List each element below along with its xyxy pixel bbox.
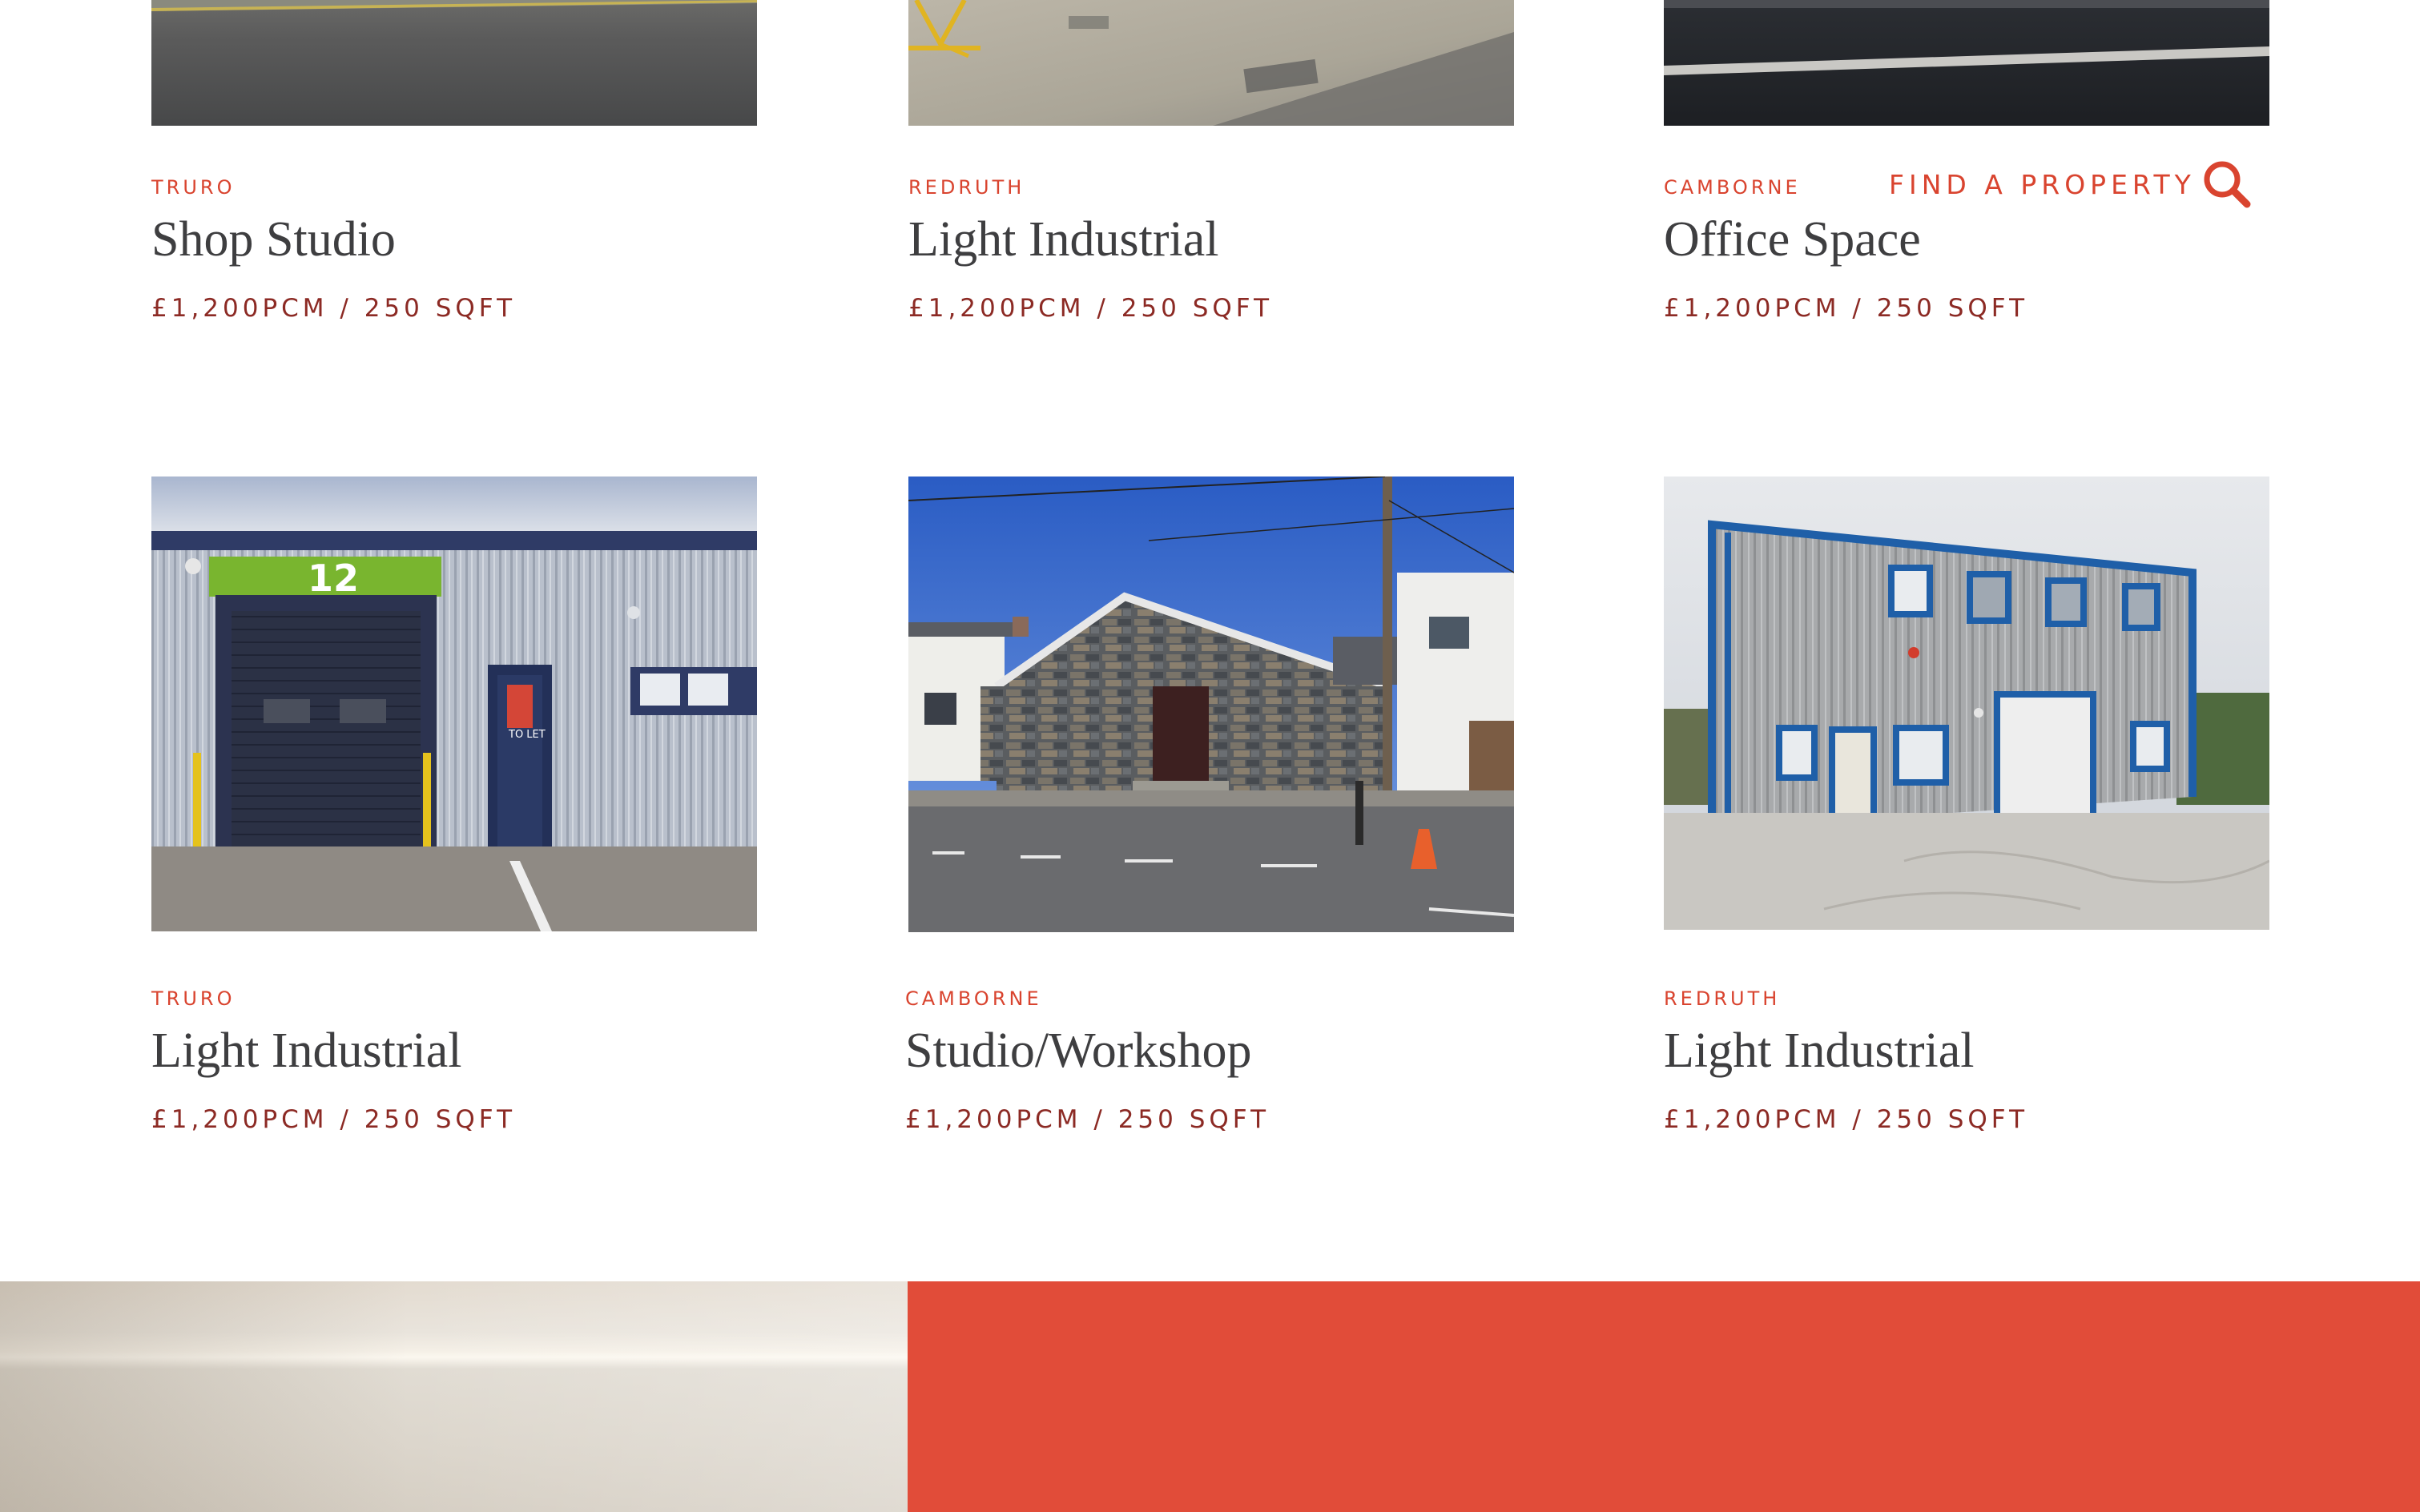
find-property-label[interactable]: FIND A PROPERTY bbox=[1889, 171, 2196, 198]
property-price: £1,200PCM / 250 SQFT bbox=[1664, 1105, 2029, 1134]
property-location: CAMBORNE bbox=[1664, 176, 1801, 199]
property-location: TRURO bbox=[151, 987, 236, 1010]
property-price: £1,200PCM / 250 SQFT bbox=[151, 1105, 517, 1134]
property-title[interactable]: Office Space bbox=[1664, 215, 1921, 264]
property-price: £1,200PCM / 250 SQFT bbox=[905, 1105, 1270, 1134]
property-title[interactable]: Light Industrial bbox=[151, 1026, 461, 1076]
feature-photo bbox=[0, 1281, 908, 1512]
unit-number: 12 bbox=[308, 557, 359, 600]
property-photo[interactable] bbox=[1664, 477, 2269, 930]
property-price: £1,200PCM / 250 SQFT bbox=[151, 294, 517, 323]
property-photo[interactable] bbox=[908, 0, 1514, 126]
property-photo[interactable] bbox=[151, 0, 757, 126]
property-location: REDRUTH bbox=[908, 176, 1025, 199]
property-title[interactable]: Light Industrial bbox=[908, 215, 1218, 264]
property-title[interactable]: Shop Studio bbox=[151, 215, 396, 264]
find-property-link[interactable]: FIND A PROPERTY bbox=[1889, 171, 2196, 198]
property-location: REDRUTH bbox=[1664, 987, 1781, 1010]
property-location: CAMBORNE bbox=[905, 987, 1042, 1010]
property-location: TRURO bbox=[151, 176, 236, 199]
to-let-sign: TO LET bbox=[508, 729, 546, 741]
property-title[interactable]: Studio/Workshop bbox=[905, 1026, 1252, 1076]
property-photo[interactable] bbox=[908, 477, 1514, 932]
property-title[interactable]: Light Industrial bbox=[1664, 1026, 1974, 1076]
property-listing-page: TRURO Shop Studio £1,200PCM / 250 SQFT R… bbox=[0, 0, 2420, 1512]
property-photo[interactable] bbox=[1664, 0, 2269, 126]
search-icon[interactable] bbox=[2201, 159, 2251, 208]
property-photo[interactable]: 12 TO LET bbox=[151, 477, 757, 931]
property-price: £1,200PCM / 250 SQFT bbox=[908, 294, 1274, 323]
property-price: £1,200PCM / 250 SQFT bbox=[1664, 294, 2029, 323]
feature-panel bbox=[908, 1281, 2420, 1512]
